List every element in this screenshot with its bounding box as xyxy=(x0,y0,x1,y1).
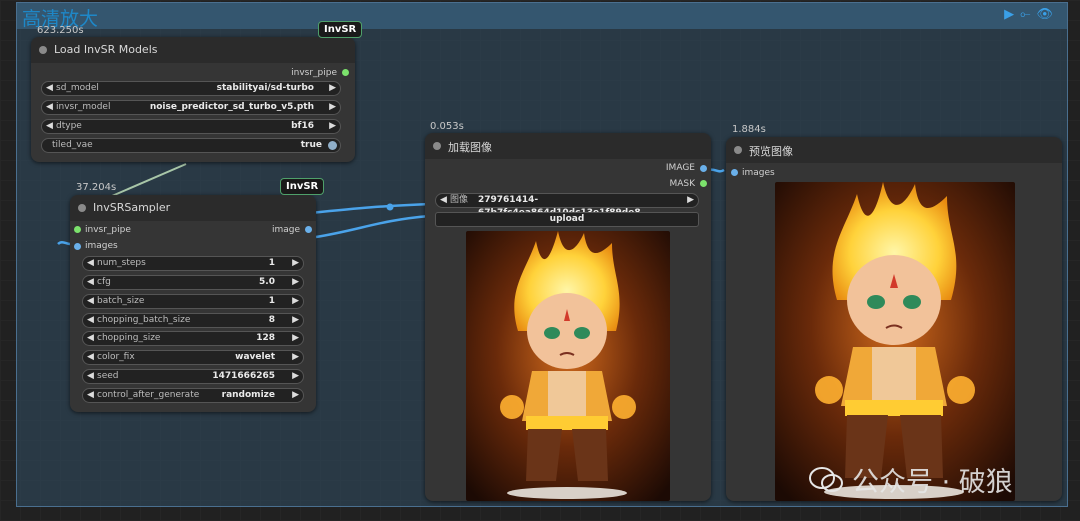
eye-icon[interactable]: 👁 xyxy=(1036,7,1053,22)
decrement-arrow-icon[interactable]: ◀ xyxy=(87,257,94,270)
widget-batch-size[interactable]: ◀ batch_size 1 ▶ xyxy=(82,294,304,309)
output-image-port[interactable] xyxy=(700,165,707,172)
node-title: InvSRSampler xyxy=(93,201,171,214)
load-models-badge: InvSR xyxy=(318,21,363,38)
node-title: 加载图像 xyxy=(448,141,492,154)
input-images-label: images xyxy=(85,241,118,251)
decrement-arrow-icon[interactable]: ◀ xyxy=(87,314,94,327)
preview-timing: 1.884s xyxy=(732,124,766,135)
increment-arrow-icon[interactable]: ▶ xyxy=(329,101,336,114)
sampler-badge: InvSR xyxy=(280,178,325,195)
node-invsr-sampler[interactable]: InvSRSampler invsr_pipe images image ◀ n… xyxy=(70,195,316,412)
widget-tiled-vae[interactable]: tiled_vae true xyxy=(41,138,341,153)
decrement-arrow-icon[interactable]: ◀ xyxy=(87,351,94,364)
decrement-arrow-icon[interactable]: ◀ xyxy=(46,120,53,133)
upload-button[interactable]: upload xyxy=(435,212,699,227)
increment-arrow-icon[interactable]: ▶ xyxy=(292,351,299,364)
group-controls: ▶ ⟜ 👁 xyxy=(1004,7,1053,22)
increment-arrow-icon[interactable]: ▶ xyxy=(292,370,299,383)
input-images-port[interactable] xyxy=(731,169,738,176)
watermark: 公众号 · 破狼 xyxy=(808,460,1013,499)
wechat-icon xyxy=(809,466,843,492)
widget-dtype[interactable]: ◀ dtype bf16 ▶ xyxy=(41,119,341,134)
node-title-bar[interactable]: 预览图像 xyxy=(726,137,1062,163)
node-title: 预览图像 xyxy=(749,145,793,158)
output-invsr-pipe-port[interactable] xyxy=(342,69,349,76)
character-illustration xyxy=(775,182,1015,501)
decrement-arrow-icon[interactable]: ◀ xyxy=(87,370,94,383)
widget-cfg[interactable]: ◀ cfg 5.0 ▶ xyxy=(82,275,304,290)
decrement-arrow-icon[interactable]: ◀ xyxy=(87,332,94,345)
sampler-timing: 37.204s xyxy=(76,182,117,193)
watermark-text: 公众号 · 破狼 xyxy=(852,467,1013,498)
widget-num-steps[interactable]: ◀ num_steps 1 ▶ xyxy=(82,256,304,271)
widget-seed[interactable]: ◀ seed 1471666265 ▶ xyxy=(82,369,304,384)
collapse-dot[interactable] xyxy=(433,142,441,150)
node-title: Load InvSR Models xyxy=(54,43,158,56)
widget-sd-model[interactable]: ◀ sd_model stabilityai/sd-turbo ▶ xyxy=(41,81,341,96)
input-invsr-pipe-port[interactable] xyxy=(74,226,81,233)
widget-chopping-batch-size[interactable]: ◀ chopping_batch_size 8 ▶ xyxy=(82,313,304,328)
increment-arrow-icon[interactable]: ▶ xyxy=(687,194,694,207)
play-icon[interactable]: ▶ xyxy=(1004,7,1014,22)
increment-arrow-icon[interactable]: ▶ xyxy=(292,276,299,289)
output-mask-port[interactable] xyxy=(700,180,707,187)
widget-invsr-model[interactable]: ◀ invsr_model noise_predictor_sd_turbo_v… xyxy=(41,100,341,115)
increment-arrow-icon[interactable]: ▶ xyxy=(292,295,299,308)
node-title-bar[interactable]: Load InvSR Models xyxy=(31,37,355,63)
node-load-invsr-models[interactable]: Load InvSR Models invsr_pipe ◀ sd_model … xyxy=(31,37,355,162)
increment-arrow-icon[interactable]: ▶ xyxy=(292,257,299,270)
output-invsr-pipe-label: invsr_pipe xyxy=(291,68,337,78)
output-image-label: image xyxy=(271,225,300,235)
increment-arrow-icon[interactable]: ▶ xyxy=(292,332,299,345)
node-preview-image[interactable]: 预览图像 images xyxy=(726,137,1062,501)
output-image-label: IMAGE xyxy=(665,163,695,173)
widget-color-fix[interactable]: ◀ color_fix wavelet ▶ xyxy=(82,350,304,365)
collapse-dot[interactable] xyxy=(734,146,742,154)
node-title-bar[interactable]: InvSRSampler xyxy=(70,195,316,221)
output-image-port[interactable] xyxy=(305,226,312,233)
load-image-timing: 0.053s xyxy=(430,121,464,132)
node-title-bar[interactable]: 加载图像 xyxy=(425,133,711,159)
preview-image xyxy=(775,182,1015,501)
widget-chopping-size[interactable]: ◀ chopping_size 128 ▶ xyxy=(82,331,304,346)
input-images-port[interactable] xyxy=(74,243,81,250)
output-mask-label: MASK xyxy=(669,179,695,189)
increment-arrow-icon[interactable]: ▶ xyxy=(329,120,336,133)
character-illustration xyxy=(466,231,670,501)
increment-arrow-icon[interactable]: ▶ xyxy=(292,314,299,327)
node-load-image[interactable]: 加载图像 IMAGE MASK ◀ 图像 279761414-67b7fc4ea… xyxy=(425,133,711,501)
widget-image-file[interactable]: ◀ 图像 279761414-67b7fc4ea864d10dc13e1f89d… xyxy=(435,193,699,218)
widget-control-after-generate[interactable]: ◀ control_after_generate randomize ▶ xyxy=(82,388,304,403)
input-invsr-pipe-label: invsr_pipe xyxy=(85,225,131,235)
decrement-arrow-icon[interactable]: ◀ xyxy=(87,389,94,402)
decrement-arrow-icon[interactable]: ◀ xyxy=(46,101,53,114)
decrement-arrow-icon[interactable]: ◀ xyxy=(440,194,447,207)
load-models-timing: 623.250s xyxy=(37,25,84,36)
decrement-arrow-icon[interactable]: ◀ xyxy=(87,295,94,308)
collapse-dot[interactable] xyxy=(78,204,86,212)
input-images-label: images xyxy=(742,168,775,178)
increment-arrow-icon[interactable]: ▶ xyxy=(292,389,299,402)
decrement-arrow-icon[interactable]: ◀ xyxy=(46,82,53,95)
decrement-arrow-icon[interactable]: ◀ xyxy=(87,276,94,289)
increment-arrow-icon[interactable]: ▶ xyxy=(329,82,336,95)
group-header[interactable]: 高清放大 ▶ ⟜ 👁 xyxy=(17,3,1067,30)
bypass-icon[interactable]: ⟜ xyxy=(1020,7,1030,22)
loaded-image xyxy=(466,231,670,501)
toggle-knob[interactable] xyxy=(328,141,337,150)
collapse-dot[interactable] xyxy=(39,46,47,54)
